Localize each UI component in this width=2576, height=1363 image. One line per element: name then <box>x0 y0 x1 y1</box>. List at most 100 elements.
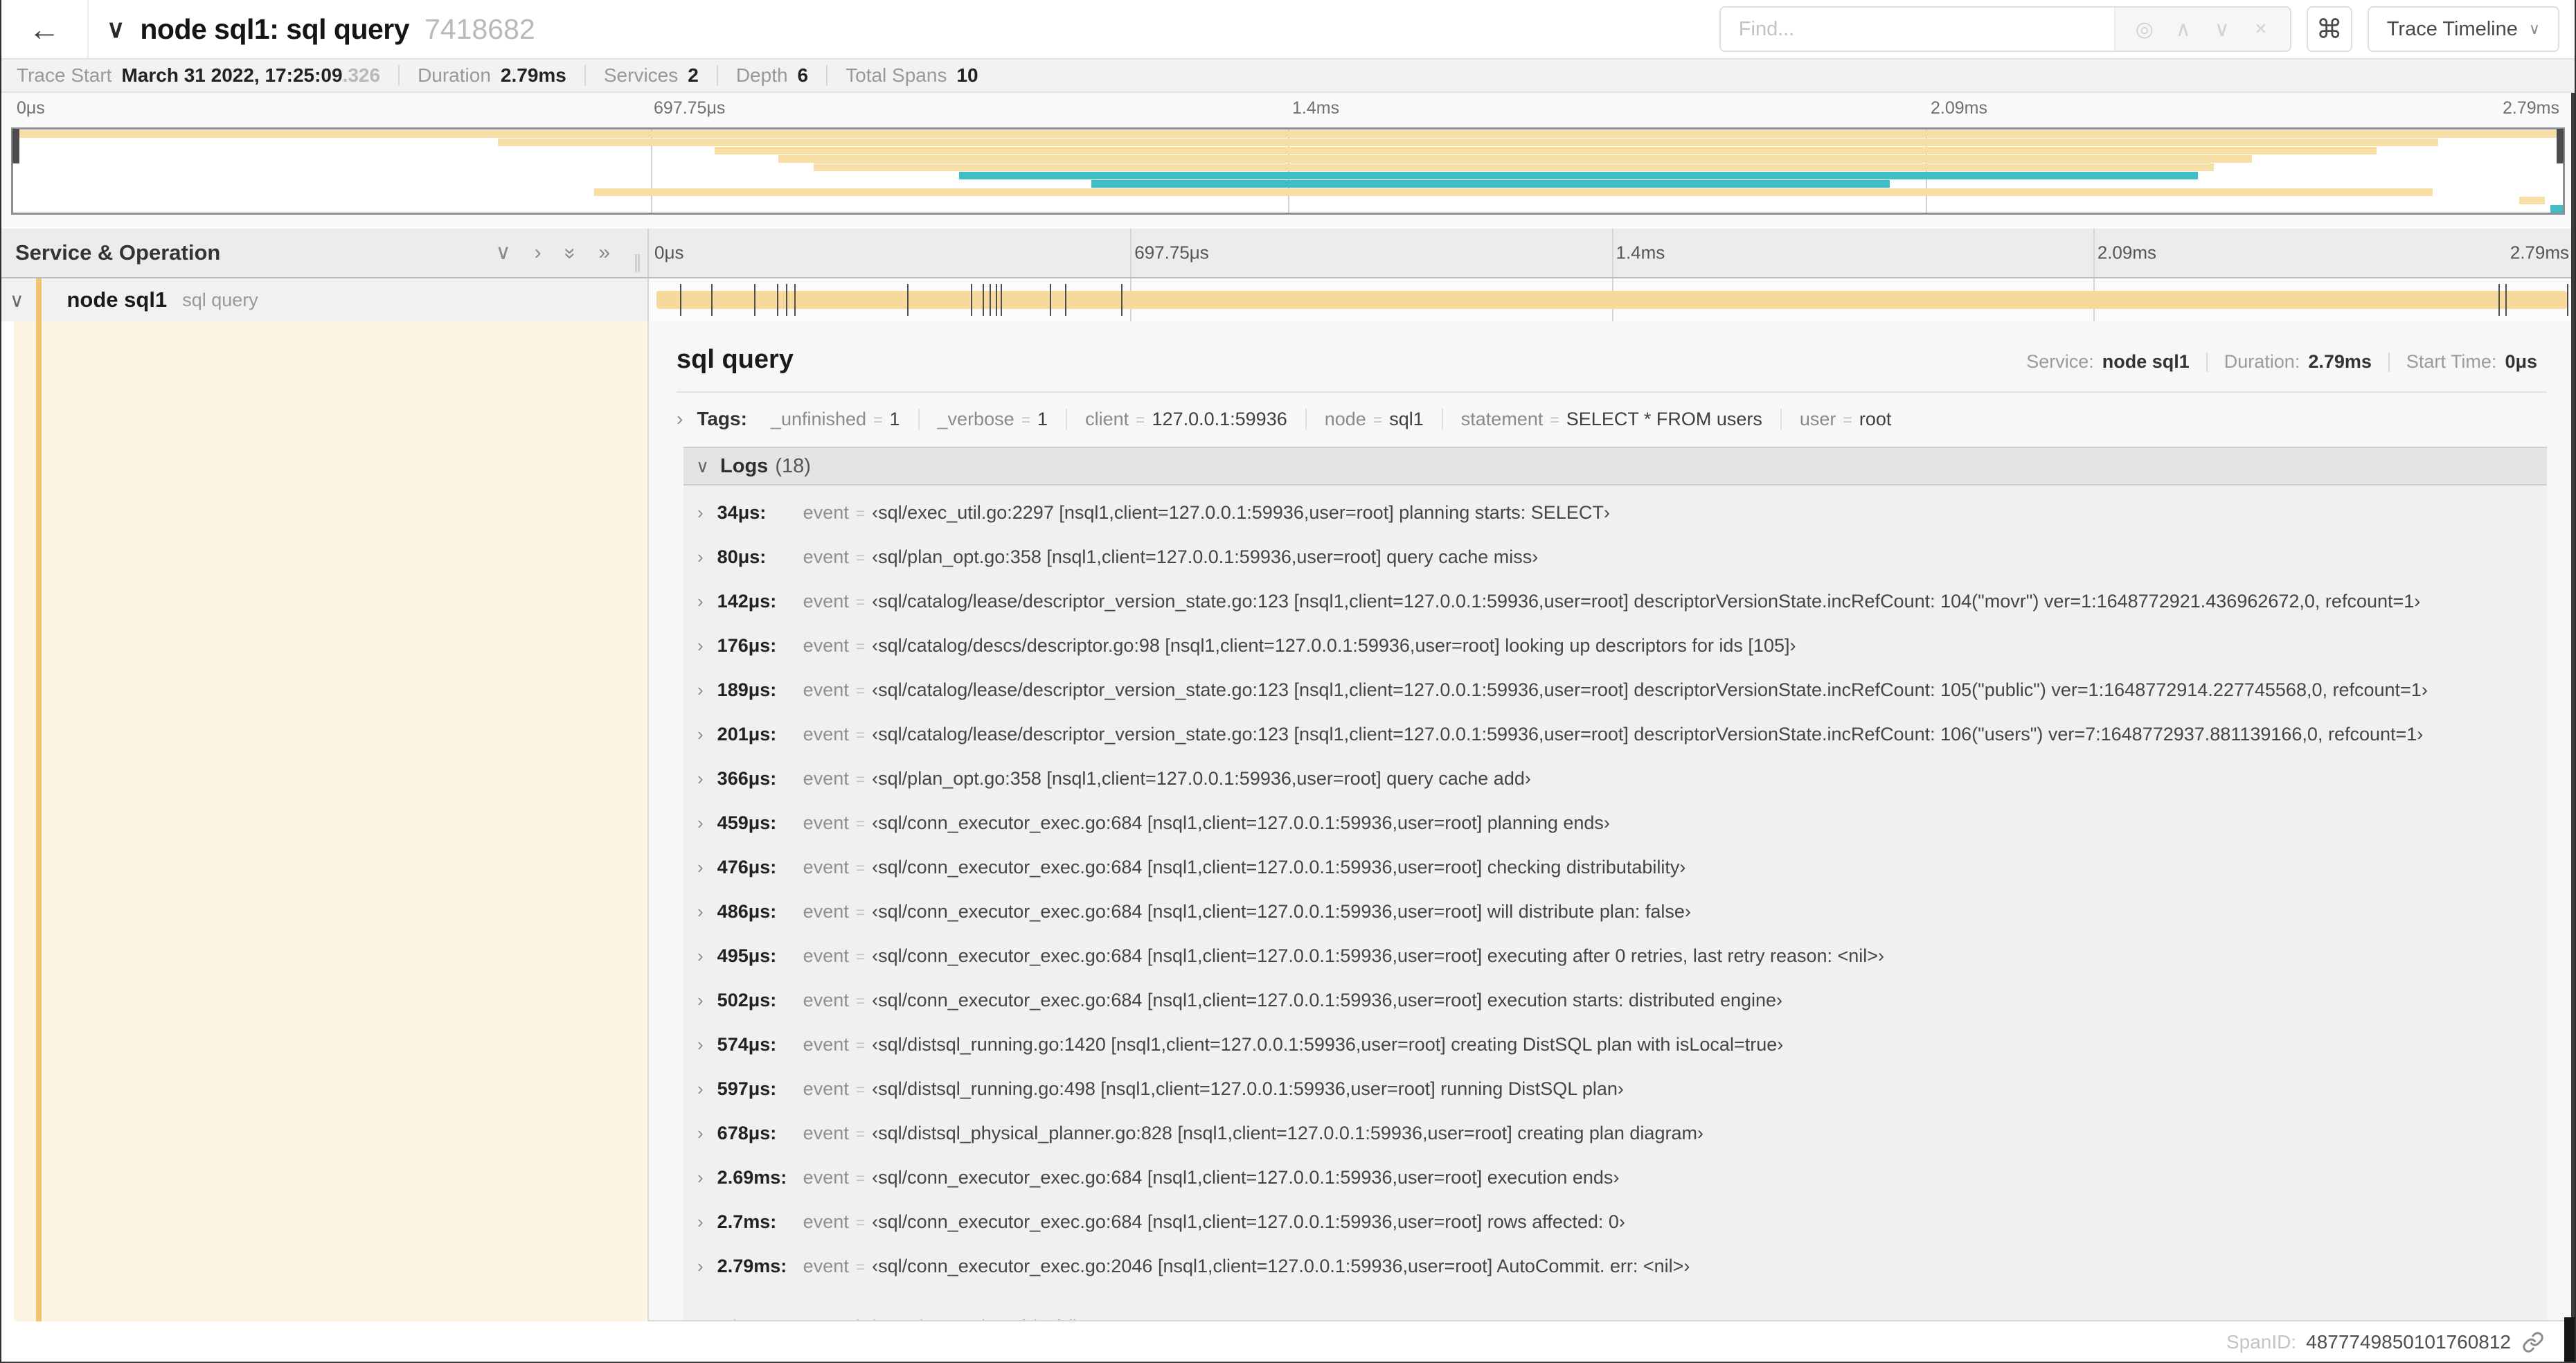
log-row[interactable]: › 2.7ms: event = ‹sql/conn_executor_exec.go:… <box>683 1211 2547 1256</box>
log-row[interactable]: › 495μs: event = ‹sql/conn_executor_exec.go:… <box>683 945 2547 990</box>
tag-key: _unfinished <box>770 408 867 429</box>
service-color-stripe <box>36 278 42 321</box>
trace-meta-bar: Trace Start March 31 2022, 17:25:09.326 Du… <box>1 58 2575 93</box>
equals-sign: = <box>855 1169 866 1187</box>
trace-meta-item: Depth 6 <box>736 64 808 87</box>
chevron-right-icon: › <box>697 812 704 833</box>
log-field-value: ‹sql/conn_executor_exec.go:684 [nsql1,cl… <box>872 857 1686 878</box>
log-marker <box>1065 284 1067 316</box>
log-row[interactable]: › 366μs: event = ‹sql/plan_opt.go:358 [nsql1… <box>683 768 2547 812</box>
service-operation-header: Service & Operation ∨ › » » ∥ <box>1 229 649 277</box>
footer-strip: SpanID: 4877749850101760812 <box>1 1321 2575 1362</box>
log-field-key: event <box>803 1078 849 1099</box>
chevron-right-icon: › <box>697 635 704 656</box>
find-input[interactable] <box>1720 8 2114 51</box>
span-row-name-cell[interactable]: ∨ node sql1 sql query <box>1 278 649 321</box>
log-field-value: ‹sql/conn_executor_exec.go:684 [nsql1,cl… <box>872 945 1885 966</box>
log-field-key: event <box>803 635 849 656</box>
log-row[interactable]: › 34μs: event = ‹sql/exec_util.go:2297 [nsql… <box>683 502 2547 546</box>
locate-icon[interactable]: ◎ <box>2125 17 2164 42</box>
log-marker <box>1120 284 1122 316</box>
tag-item: node = sql1 <box>1307 408 1443 430</box>
span-row-timeline-cell[interactable] <box>649 278 2575 321</box>
log-timestamp: 574μs: <box>717 1034 777 1055</box>
log-row[interactable]: › 678μs: event = ‹sql/distsql_physical_plann… <box>683 1123 2547 1167</box>
log-row[interactable]: › 2.79ms: event = ‹sql/conn_executor_exec.go… <box>683 1256 2547 1300</box>
equals-sign: = <box>855 1213 866 1231</box>
timeline-minimap: 0μs 697.75μs 1.4ms 2.09ms 2.79ms <box>1 93 2575 229</box>
find-next-icon[interactable]: ∨ <box>2203 17 2242 42</box>
log-row[interactable]: › 597μs: event = ‹sql/distsql_running.go:498… <box>683 1078 2547 1123</box>
equals-sign: = <box>855 637 866 655</box>
log-timestamp: 142μs: <box>717 591 777 612</box>
log-timestamp: 189μs: <box>717 679 777 700</box>
tag-key: client <box>1085 408 1129 429</box>
find-clear-icon[interactable]: × <box>2242 17 2280 41</box>
minimap-right-drag-handle[interactable] <box>2557 129 2564 163</box>
log-row[interactable]: › 459μs: event = ‹sql/conn_executor_exec.go:… <box>683 812 2547 857</box>
chevron-right-icon: › <box>697 990 704 1010</box>
log-marker <box>711 284 713 316</box>
tags-list: _unfinished = 1 _verbose = 1 client = 127.0.0.1:… <box>753 408 1909 430</box>
top-controls: ◎ ∧ ∨ × ⌘ Trace Timeline ∨ <box>1719 6 2575 52</box>
log-field-value: ‹sql/conn_executor_exec.go:684 [nsql1,cl… <box>872 901 1691 922</box>
view-selector-button[interactable]: Trace Timeline ∨ <box>2367 6 2559 52</box>
log-field-value: ‹sql/distsql_physical_planner.go:828 [ns… <box>872 1123 1703 1143</box>
log-timestamp: 176μs: <box>717 635 777 656</box>
log-marker <box>2566 284 2568 316</box>
equals-sign: = <box>855 903 866 921</box>
span-collapse-chevron-icon[interactable]: ∨ <box>10 289 24 312</box>
log-row[interactable]: › 201μs: event = ‹sql/catalog/lease/descript… <box>683 724 2547 768</box>
span-row: ∨ node sql1 sql query <box>1 278 2575 321</box>
log-row[interactable]: › 189μs: event = ‹sql/catalog/lease/descript… <box>683 679 2547 724</box>
span-duration-bar[interactable] <box>656 291 2567 309</box>
log-row[interactable]: › 176μs: event = ‹sql/catalog/descs/descript… <box>683 635 2547 679</box>
tags-row[interactable]: › Tags: _unfinished = 1 _verbose = 1 client = 12… <box>677 393 2547 440</box>
expand-all-icon[interactable]: » <box>598 242 610 263</box>
collapse-one-icon[interactable]: ∨ <box>496 242 511 263</box>
equals-sign: = <box>855 1080 866 1098</box>
chevron-right-icon: › <box>697 1034 704 1055</box>
trace-meta-value-suffix: .326 <box>342 64 381 86</box>
log-field-key: event <box>803 1123 849 1143</box>
minimap-canvas[interactable] <box>11 127 2565 215</box>
window-scrollbar-track[interactable] <box>2571 93 2575 1362</box>
tag-item: statement = SELECT * FROM users <box>1443 408 1782 430</box>
trace-meta-item: Duration 2.79ms <box>418 64 566 87</box>
log-row[interactable]: › 476μs: event = ‹sql/conn_executor_exec.go:… <box>683 857 2547 901</box>
chevron-right-icon: › <box>697 679 704 700</box>
log-field-key: event <box>803 724 849 745</box>
title-collapse-chevron-icon[interactable]: ∨ <box>107 15 125 44</box>
trace-meta-value: 2 <box>688 64 699 86</box>
minimap-span <box>2550 205 2563 213</box>
timeline-header: 0μs 697.75μs 1.4ms 2.09ms 2.79ms <box>649 229 2575 277</box>
expand-one-icon[interactable]: › <box>535 242 542 263</box>
minimap-left-drag-handle[interactable] <box>12 129 19 163</box>
log-row[interactable]: › 142μs: event = ‹sql/catalog/lease/descript… <box>683 591 2547 635</box>
time-tick-label: 697.75μs <box>1134 242 1209 263</box>
time-tick-label: 2.09ms <box>2097 242 2157 263</box>
trace-meta-item: Trace Start March 31 2022, 17:25:09.326 <box>17 64 380 87</box>
back-button[interactable]: ← <box>1 0 89 58</box>
log-row[interactable]: › 574μs: event = ‹sql/distsql_running.go:142… <box>683 1034 2547 1078</box>
keyboard-shortcuts-button[interactable]: ⌘ <box>2306 6 2352 52</box>
find-group: ◎ ∧ ∨ × <box>1719 6 2291 52</box>
equals-sign: = <box>855 1258 866 1276</box>
column-resize-grip[interactable]: ∥ <box>633 251 643 273</box>
find-prev-icon[interactable]: ∧ <box>2164 17 2203 42</box>
log-row[interactable]: › 486μs: event = ‹sql/conn_executor_exec.go:… <box>683 901 2547 945</box>
divider <box>2206 352 2208 372</box>
minimap-span <box>2519 197 2546 204</box>
log-row[interactable]: › 502μs: event = ‹sql/conn_executor_exec.go:… <box>683 990 2547 1034</box>
log-field-value: ‹sql/catalog/lease/descriptor_version_st… <box>872 591 2421 612</box>
tag-key: statement <box>1460 408 1544 429</box>
deep-link-icon[interactable] <box>2522 1331 2544 1353</box>
chevron-right-icon: › <box>697 857 704 878</box>
log-field-value: ‹sql/distsql_running.go:498 [nsql1,clien… <box>872 1078 1624 1099</box>
equals-sign: = <box>1021 410 1031 429</box>
chevron-right-icon: › <box>697 1256 704 1276</box>
log-row[interactable]: › 2.69ms: event = ‹sql/conn_executor_exec.go… <box>683 1167 2547 1211</box>
collapse-all-icon[interactable]: » <box>559 248 582 258</box>
log-row[interactable]: › 80μs: event = ‹sql/plan_opt.go:358 [nsql1,… <box>683 546 2547 591</box>
logs-header[interactable]: ∨ Logs (18) <box>683 447 2547 485</box>
